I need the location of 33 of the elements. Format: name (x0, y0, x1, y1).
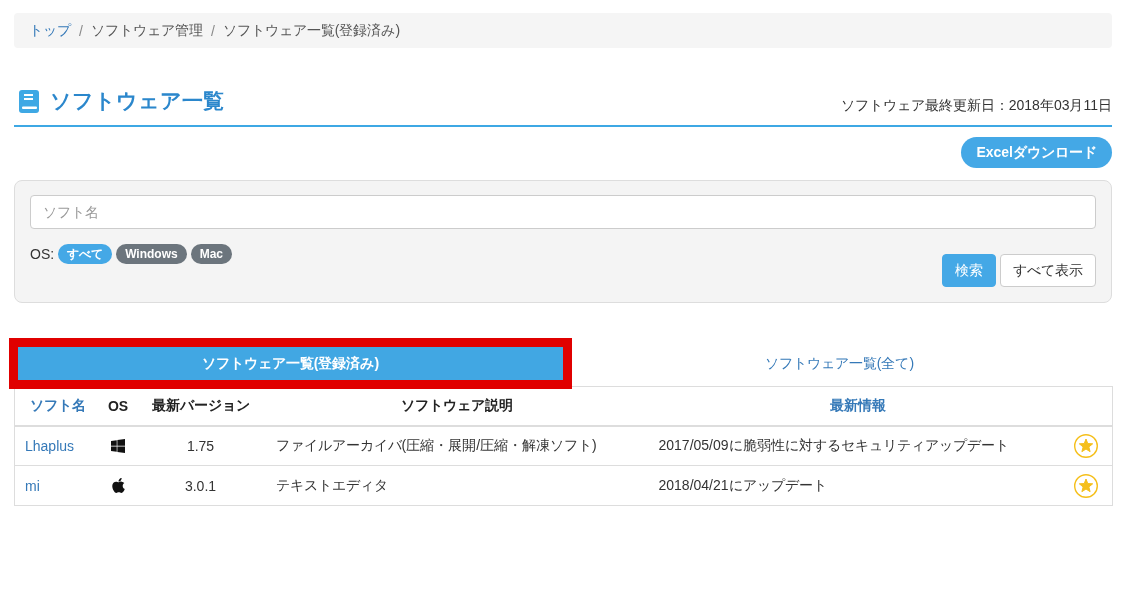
software-name-link[interactable]: mi (25, 477, 40, 494)
os-filter-pill[interactable]: すべて (58, 244, 113, 264)
os-filter-pill[interactable]: Windows (116, 244, 187, 264)
software-name-field[interactable]: ソフト名 (30, 195, 1096, 229)
column-header: ソフトウェア説明 (265, 386, 649, 426)
breadcrumb-item: ソフトウェア一覧(登録済み) (222, 21, 401, 40)
apple-logo-icon (109, 477, 127, 494)
excel-download-button[interactable]: Excelダウンロード (961, 137, 1112, 168)
column-header[interactable]: 最新情報 (648, 386, 1067, 426)
column-header[interactable]: ソフト名 (14, 386, 101, 426)
breadcrumb-separator: / (209, 22, 216, 39)
version-cell: 3.0.1 (135, 465, 266, 506)
last-updated-text: ソフトウェア最終更新日：2018年03月11日 (840, 96, 1112, 115)
breadcrumb-separator: / (78, 22, 84, 39)
latest-info-cell: 2018/04/21にアップデート (648, 465, 1067, 506)
tab[interactable]: ソフトウェア一覧(登録済み) (18, 347, 563, 380)
os-label: OS: (30, 246, 55, 262)
show-all-button[interactable]: すべて表示 (1000, 254, 1096, 287)
latest-info-cell: 2017/05/09に脆弱性に対するセキュリティアップデート (648, 425, 1067, 466)
software-name-link[interactable]: Lhaplus (25, 437, 75, 454)
breadcrumb-item: ソフトウェア管理 (90, 21, 203, 40)
page-title: ソフトウェア一覧 (50, 88, 224, 114)
search-button[interactable]: 検索 (942, 254, 996, 287)
windows-logo-icon (110, 437, 126, 454)
description-cell: ファイルアーカイバ(圧縮・展開/圧縮・解凍ソフト) (265, 425, 649, 466)
breadcrumb-link[interactable]: トップ (29, 21, 71, 40)
version-cell: 1.75 (135, 425, 266, 466)
tab[interactable]: ソフトウェア一覧(全て) (567, 347, 1112, 380)
column-header: 最新バージョン (135, 386, 266, 426)
book-icon (19, 89, 39, 113)
os-filter-pill[interactable]: Mac (190, 244, 233, 264)
description-cell: テキストエディタ (265, 465, 649, 506)
column-header: OS (100, 386, 136, 426)
